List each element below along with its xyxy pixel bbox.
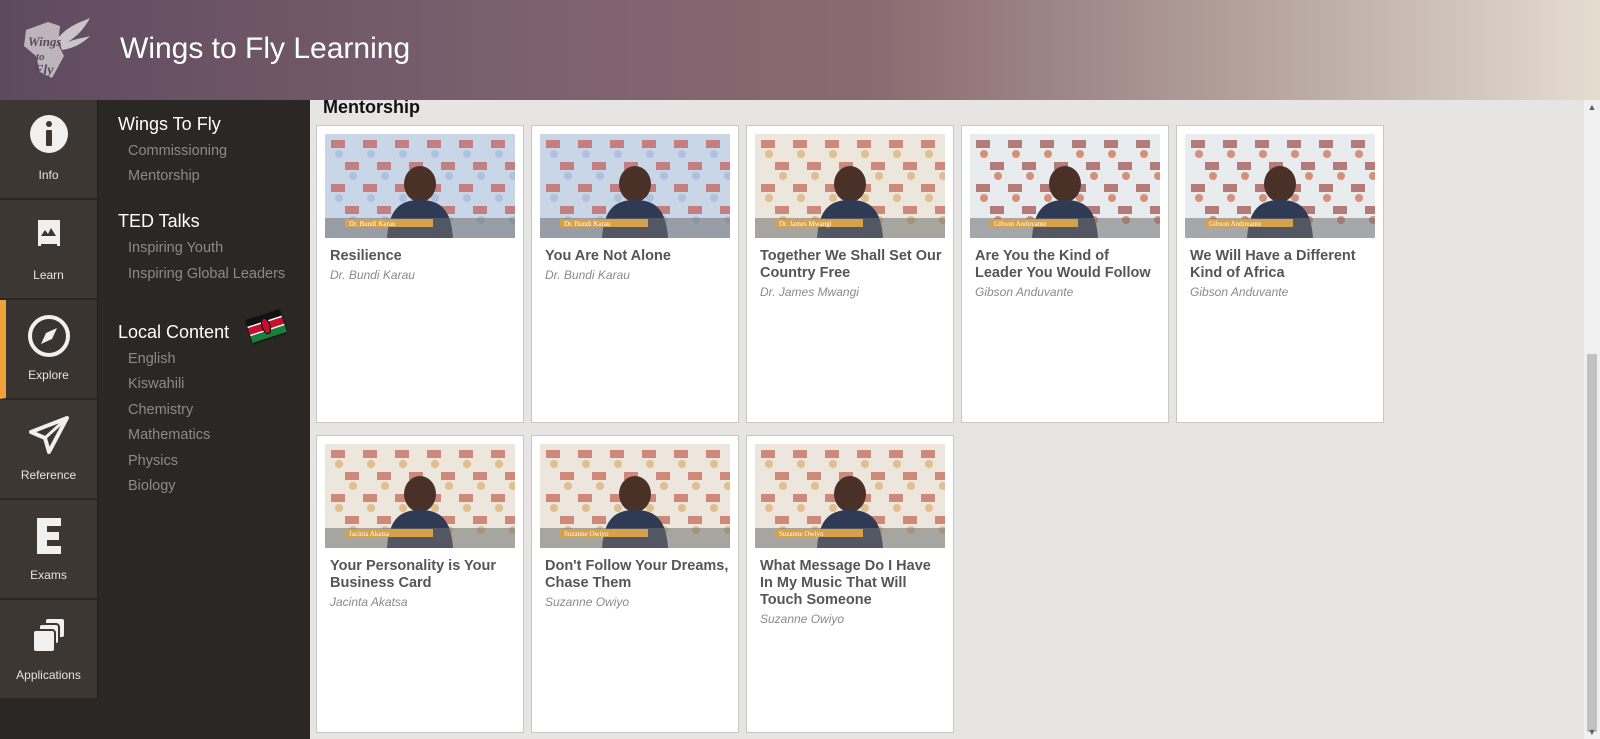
rail-item-explore[interactable]: Explore [0, 300, 98, 399]
thumbnail-caption: Gibson Anduvante [994, 220, 1046, 228]
video-thumbnail[interactable]: Gibson Anduvante [1185, 134, 1375, 238]
applications-icon [0, 614, 97, 658]
video-card[interactable]: Jacinta Akatsa Your Personality is Your … [316, 435, 524, 733]
video-title[interactable]: You Are Not Alone [545, 248, 729, 265]
video-thumbnail[interactable]: Jacinta Akatsa [325, 444, 515, 548]
menu-item-mathematics[interactable]: Mathematics [128, 427, 210, 443]
menu-group-local-content[interactable]: Local Content [118, 322, 229, 343]
app-title: Wings to Fly Learning [120, 32, 411, 65]
thumbnail-caption: Jacinta Akatsa [349, 530, 390, 538]
menu-item-inspiring-youth[interactable]: Inspiring Youth [128, 240, 223, 256]
rail-label: Explore [28, 368, 69, 382]
menu-item-inspiring-global-leaders[interactable]: Inspiring Global Leaders [128, 266, 285, 282]
compass-icon [0, 314, 97, 358]
video-title[interactable]: Your Personality is Your Business Card [330, 558, 514, 592]
svg-text:to: to [36, 51, 45, 63]
video-author: Suzanne Owiyo [760, 612, 845, 626]
video-card[interactable]: Dr. Bundi Karau You Are Not Alone Dr. Bun… [531, 125, 739, 423]
video-card[interactable]: Gibson Anduvante We Will Have a Differen… [1176, 125, 1384, 423]
video-author: Suzanne Owiyo [545, 595, 630, 609]
app-header: Wings to Fly Wings to Fly Learning [0, 0, 1600, 100]
video-title[interactable]: Don't Follow Your Dreams, Chase Them [545, 558, 729, 592]
rail-item-applications[interactable]: Applications [0, 600, 98, 699]
thumbnail-caption: Dr. Bundi Karau [564, 220, 611, 228]
video-title[interactable]: Together We Shall Set Our Country Free [760, 248, 944, 282]
scroll-up-icon[interactable]: ▲ [1584, 100, 1600, 114]
rail-item-reference[interactable]: Reference [0, 400, 98, 499]
scrollbar-thumb[interactable] [1587, 354, 1597, 732]
rail-label: Learn [33, 268, 64, 282]
video-thumbnail[interactable]: Gibson Anduvante [970, 134, 1160, 238]
menu-item-commissioning[interactable]: Commissioning [128, 143, 227, 159]
video-thumbnail[interactable]: Dr. Bundi Karau [540, 134, 730, 238]
menu-item-physics[interactable]: Physics [128, 453, 178, 469]
video-thumbnail[interactable]: Dr. James Mwangi [755, 134, 945, 238]
rail-label: Exams [30, 568, 67, 582]
video-thumbnail[interactable]: Dr. Bundi Karau [325, 134, 515, 238]
video-card[interactable]: Suzanne Owiyo What Message Do I Have In … [746, 435, 954, 733]
video-author: Dr. Bundi Karau [545, 268, 630, 282]
vertical-scrollbar[interactable]: ▲ ▼ [1584, 100, 1600, 739]
content-area: Mentorship Dr. Bundi Karau Resilience Dr.… [310, 100, 1584, 739]
video-thumbnail[interactable]: Suzanne Owiyo [755, 444, 945, 548]
paper-plane-icon [0, 414, 97, 458]
menu-group-ted-talks[interactable]: TED Talks [118, 211, 200, 232]
rail-item-exams[interactable]: Exams [0, 500, 98, 599]
video-card[interactable]: Suzanne Owiyo Don't Follow Your Dreams, … [531, 435, 739, 733]
learn-icon [0, 214, 97, 258]
menu-item-kiswahili[interactable]: Kiswahili [128, 376, 184, 392]
video-thumbnail[interactable]: Suzanne Owiyo [540, 444, 730, 548]
video-author: Gibson Anduvante [1190, 285, 1289, 299]
menu-group-wings-to-fly[interactable]: Wings To Fly [118, 114, 221, 135]
rail-label: Info [38, 168, 59, 182]
icon-rail: Info Learn Explore Reference Exams Appli… [0, 100, 100, 739]
video-title[interactable]: Are You the Kind of Leader You Would Fol… [975, 248, 1159, 282]
kenya-flag-icon [245, 309, 287, 343]
video-title[interactable]: Resilience [330, 248, 514, 265]
thumbnail-caption: Suzanne Owiyo [779, 530, 824, 538]
video-card[interactable]: Dr. Bundi Karau Resilience Dr. Bundi Kara… [316, 125, 524, 423]
scroll-down-icon[interactable]: ▼ [1584, 725, 1600, 739]
menu-item-english[interactable]: English [128, 351, 176, 367]
menu-item-biology[interactable]: Biology [128, 478, 176, 494]
video-card[interactable]: Gibson Anduvante Are You the Kind of Lea… [961, 125, 1169, 423]
video-author: Gibson Anduvante [975, 285, 1074, 299]
video-author: Dr. Bundi Karau [330, 268, 415, 282]
thumbnail-caption: Dr. James Mwangi [779, 220, 832, 228]
rail-label: Applications [16, 668, 81, 682]
info-icon [0, 114, 97, 158]
rail-item-info[interactable]: Info [0, 100, 98, 199]
svg-text:Fly: Fly [33, 63, 54, 78]
section-title: Mentorship [323, 100, 420, 117]
category-menu: Wings To Fly Commissioning Mentorship TE… [100, 100, 310, 739]
video-title[interactable]: We Will Have a Different Kind of Africa [1190, 248, 1374, 282]
wings-to-fly-logo: Wings to Fly [24, 18, 90, 78]
video-author: Dr. James Mwangi [760, 285, 859, 299]
svg-text:Wings: Wings [28, 34, 61, 49]
thumbnail-caption: Gibson Anduvante [1209, 220, 1261, 228]
menu-item-chemistry[interactable]: Chemistry [128, 402, 193, 418]
video-author: Jacinta Akatsa [330, 595, 408, 609]
rail-label: Reference [20, 468, 77, 482]
thumbnail-caption: Dr. Bundi Karau [349, 220, 396, 228]
exams-icon [0, 514, 97, 558]
menu-item-mentorship[interactable]: Mentorship [128, 168, 200, 184]
rail-item-learn[interactable]: Learn [0, 200, 98, 299]
video-title[interactable]: What Message Do I Have In My Music That … [760, 558, 944, 609]
video-card[interactable]: Dr. James Mwangi Together We Shall Set O… [746, 125, 954, 423]
thumbnail-caption: Suzanne Owiyo [564, 530, 609, 538]
